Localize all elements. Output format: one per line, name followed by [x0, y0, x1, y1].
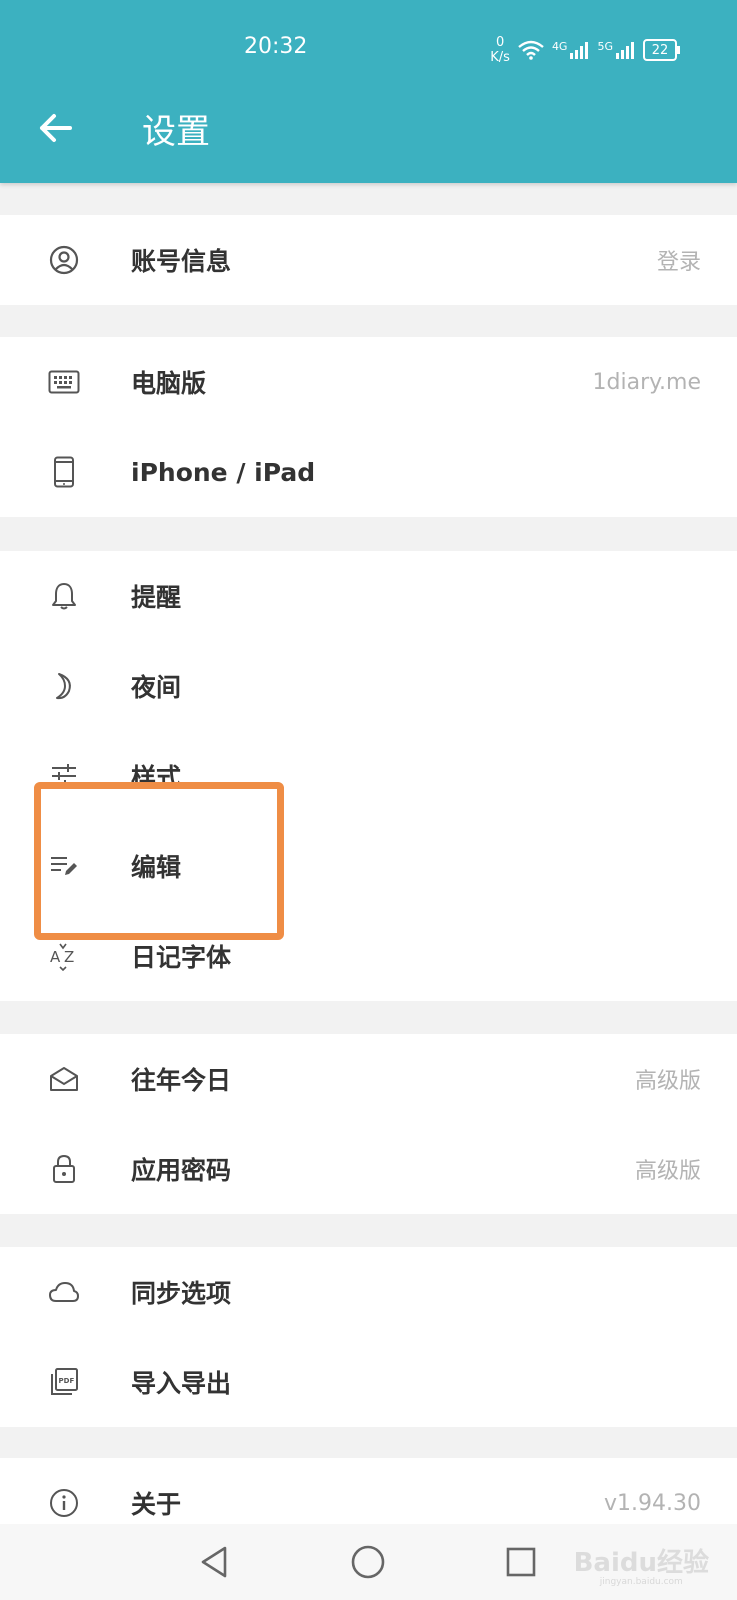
signal-5g: 5G: [597, 40, 635, 60]
svg-text:PDF: PDF: [59, 1377, 75, 1385]
row-label: 样式: [131, 763, 182, 792]
row-value: 高级版: [634, 1159, 701, 1184]
signal-bars-icon: [570, 42, 589, 59]
row-iphone[interactable]: iPhone / iPad: [0, 427, 737, 517]
row-label: 应用密码: [131, 1156, 232, 1185]
section-preferences: 提醒 夜间 样式 编辑 AZ 日记字体: [0, 551, 737, 1001]
tune-icon: [48, 760, 80, 792]
row-value: 登录: [656, 250, 701, 275]
status-icons: 0 K/s 4G 5G 22: [490, 34, 680, 66]
row-label: 电脑版: [131, 369, 207, 398]
signal-bars-icon: [616, 42, 634, 59]
row-value: 1diary.me: [592, 369, 701, 395]
wifi-icon: [518, 40, 544, 60]
row-label: 日记字体: [131, 943, 232, 972]
row-label: 夜间: [131, 673, 182, 702]
row-label: 关于: [131, 1490, 182, 1519]
row-font[interactable]: AZ 日记字体: [0, 911, 737, 1001]
phone-icon: [48, 456, 80, 488]
nav-back-icon[interactable]: [195, 1542, 235, 1582]
sort-az-icon: AZ: [48, 940, 80, 972]
bell-icon: [48, 580, 80, 612]
section-data: 同步选项 PDF 导入导出: [0, 1247, 737, 1427]
row-style[interactable]: 样式: [0, 731, 737, 821]
cloud-icon: [48, 1276, 80, 1308]
nav-recents-icon[interactable]: [501, 1542, 541, 1582]
back-arrow-icon[interactable]: [36, 108, 76, 148]
network-speed: 0 K/s: [490, 35, 510, 65]
moon-icon: [48, 670, 80, 702]
signal-4g: 4G: [552, 40, 590, 60]
battery-icon: 22: [643, 39, 680, 61]
row-value: v1.94.30: [604, 1490, 701, 1516]
row-on-this-day[interactable]: 往年今日 高级版: [0, 1034, 737, 1124]
lock-icon: [48, 1153, 80, 1185]
pdf-icon: PDF: [48, 1366, 80, 1398]
row-value: 高级版: [634, 1069, 701, 1094]
row-edit[interactable]: 编辑: [0, 821, 737, 911]
section-devices: 电脑版 1diary.me iPhone / iPad: [0, 337, 737, 517]
svg-text:Z: Z: [64, 948, 74, 966]
keyboard-icon: [48, 366, 80, 398]
section-premium: 往年今日 高级版 应用密码 高级版: [0, 1034, 737, 1214]
row-label: 编辑: [131, 853, 182, 882]
info-icon: [48, 1487, 80, 1519]
row-sync[interactable]: 同步选项: [0, 1247, 737, 1337]
edit-note-icon: [48, 850, 80, 882]
watermark: Baidu经验 jingyan.baidu.com: [573, 1548, 709, 1587]
row-label: 账号信息: [131, 247, 232, 276]
row-account[interactable]: 账号信息 登录: [0, 215, 737, 305]
account-circle-icon: [48, 244, 80, 276]
row-label: 同步选项: [131, 1279, 232, 1308]
open-mail-icon: [48, 1063, 80, 1095]
app-bar: 20:32 0 K/s 4G 5G 22 设置: [0, 0, 737, 183]
row-label: 提醒: [131, 583, 182, 612]
page-title: 设置: [142, 112, 210, 152]
row-label: 往年今日: [131, 1066, 232, 1095]
row-desktop[interactable]: 电脑版 1diary.me: [0, 337, 737, 427]
row-import-export[interactable]: PDF 导入导出: [0, 1337, 737, 1427]
row-label: iPhone / iPad: [131, 457, 316, 487]
row-label: 导入导出: [131, 1369, 232, 1398]
row-night[interactable]: 夜间: [0, 641, 737, 731]
svg-text:A: A: [50, 948, 61, 966]
nav-home-icon[interactable]: [348, 1542, 388, 1582]
status-time: 20:32: [244, 34, 308, 59]
row-reminder[interactable]: 提醒: [0, 551, 737, 641]
section-account: 账号信息 登录: [0, 215, 737, 305]
row-app-password[interactable]: 应用密码 高级版: [0, 1124, 737, 1214]
